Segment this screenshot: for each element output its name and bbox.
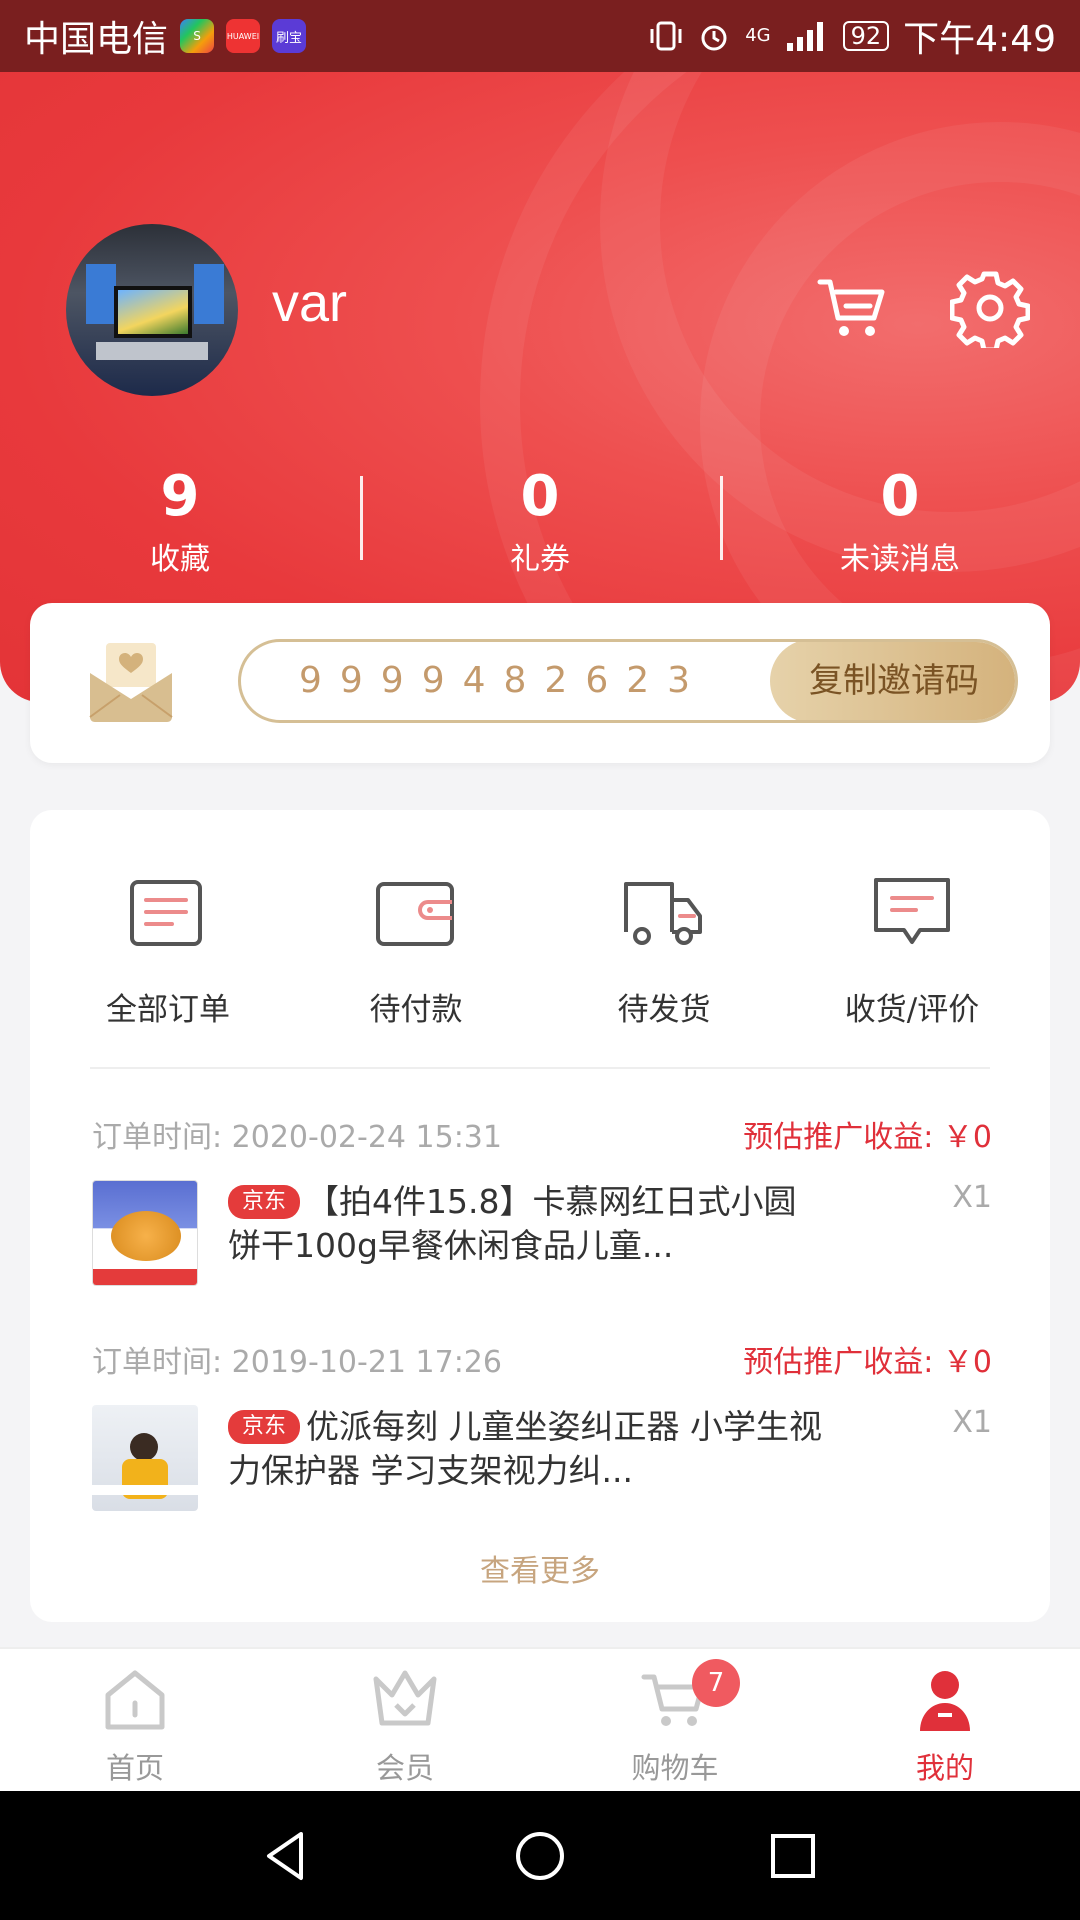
huawei-app-icon: HUAWEI bbox=[226, 19, 261, 53]
vibrate-icon bbox=[650, 21, 682, 51]
stat-unread-messages[interactable]: 0 未读消息 bbox=[720, 462, 1080, 578]
alarm-icon bbox=[701, 25, 727, 51]
view-more-link[interactable]: 查看更多 bbox=[30, 1546, 1050, 1590]
stats-row: 9 收藏 0 礼券 0 未读消息 bbox=[0, 462, 1080, 578]
order-time: 订单时间: 2019-10-21 17:26 bbox=[92, 1345, 502, 1380]
shuabao-app-icon: 刷宝 bbox=[272, 19, 307, 53]
crown-icon bbox=[373, 1670, 437, 1726]
carrier-name: 中国电信 bbox=[24, 19, 169, 60]
recents-icon[interactable] bbox=[765, 1828, 821, 1884]
order-quantity: X1 bbox=[952, 1180, 992, 1215]
signal-icon bbox=[786, 22, 823, 51]
invite-code: 9999482623 bbox=[299, 660, 709, 701]
comment-icon bbox=[874, 878, 950, 944]
nav-membership[interactable]: 会员 bbox=[270, 1649, 540, 1791]
product-title: 京东 【拍4件15.8】卡慕网红日式小圆饼干100g早餐休闲食品儿童... bbox=[228, 1182, 797, 1265]
tab-pending-shipment[interactable]: 待发货 bbox=[540, 870, 788, 1029]
bottom-nav: 首页 会员 购物车 7 我的 bbox=[0, 1647, 1080, 1791]
network-type: 4G bbox=[745, 25, 771, 46]
tab-pending-payment[interactable]: 待付款 bbox=[292, 870, 540, 1029]
nav-home[interactable]: 首页 bbox=[0, 1649, 270, 1791]
order-earnings: 预估推广收益: ￥0 bbox=[743, 1345, 992, 1380]
avatar[interactable] bbox=[66, 224, 238, 396]
status-bar: 中国电信 S HUAWEI 刷宝 4G 92 下午4:49 bbox=[0, 0, 1080, 72]
wallet-icon bbox=[376, 882, 454, 946]
orders-card: 全部订单 待付款 待发货 收货/评价 订单时间: 2020-02-24 15:3… bbox=[30, 810, 1050, 1622]
nav-mine[interactable]: 我的 bbox=[810, 1649, 1080, 1791]
stat-favorites[interactable]: 9 收藏 bbox=[0, 462, 360, 578]
product-title: 京东 优派每刻 儿童坐姿纠正器 小学生视力保护器 学习支架视力纠... bbox=[228, 1407, 822, 1490]
home-icon bbox=[105, 1670, 165, 1730]
cart-count-badge: 7 bbox=[692, 1659, 740, 1707]
divider bbox=[90, 1067, 990, 1069]
order-status-tabs: 全部订单 待付款 待发货 收货/评价 bbox=[30, 870, 1050, 1029]
stat-coupons[interactable]: 0 礼券 bbox=[360, 462, 720, 578]
battery-indicator: 92 bbox=[842, 21, 890, 51]
tab-all-orders[interactable]: 全部订单 bbox=[44, 870, 292, 1029]
order-earnings: 预估推广收益: ￥0 bbox=[743, 1120, 992, 1155]
jd-tag: 京东 bbox=[228, 1185, 301, 1219]
order-item[interactable]: 订单时间: 2020-02-24 15:31 预估推广收益: ￥0 京东 【拍4件… bbox=[92, 1112, 992, 1288]
profile-icon bbox=[920, 1671, 970, 1731]
clock: 下午4:49 bbox=[903, 19, 1056, 60]
order-item[interactable]: 订单时间: 2019-10-21 17:26 预估推广收益: ￥0 京东 优派每刻… bbox=[92, 1337, 992, 1513]
order-quantity: X1 bbox=[952, 1405, 992, 1440]
product-thumbnail[interactable] bbox=[92, 1405, 198, 1511]
copy-invite-code-button[interactable]: 复制邀请码 bbox=[770, 642, 1015, 720]
truck-icon bbox=[624, 882, 702, 945]
gear-icon[interactable] bbox=[950, 268, 1030, 348]
invite-code-box: 9999482623 复制邀请码 bbox=[238, 639, 1018, 723]
jd-tag: 京东 bbox=[228, 1410, 301, 1444]
home-circle-icon[interactable] bbox=[512, 1828, 568, 1884]
app-s-icon: S bbox=[180, 19, 215, 53]
system-navigation-bar bbox=[0, 1791, 1080, 1920]
invite-envelope-icon bbox=[89, 643, 173, 722]
invite-card: 9999482623 复制邀请码 bbox=[30, 603, 1050, 763]
cart-icon[interactable] bbox=[814, 268, 894, 348]
nav-cart[interactable]: 购物车 7 bbox=[540, 1649, 810, 1791]
order-list-icon bbox=[130, 880, 202, 946]
username: var bbox=[272, 273, 348, 333]
order-time: 订单时间: 2020-02-24 15:31 bbox=[92, 1120, 502, 1155]
product-thumbnail[interactable] bbox=[92, 1180, 198, 1286]
tab-receive-review[interactable]: 收货/评价 bbox=[788, 870, 1036, 1029]
back-icon[interactable] bbox=[259, 1828, 315, 1884]
